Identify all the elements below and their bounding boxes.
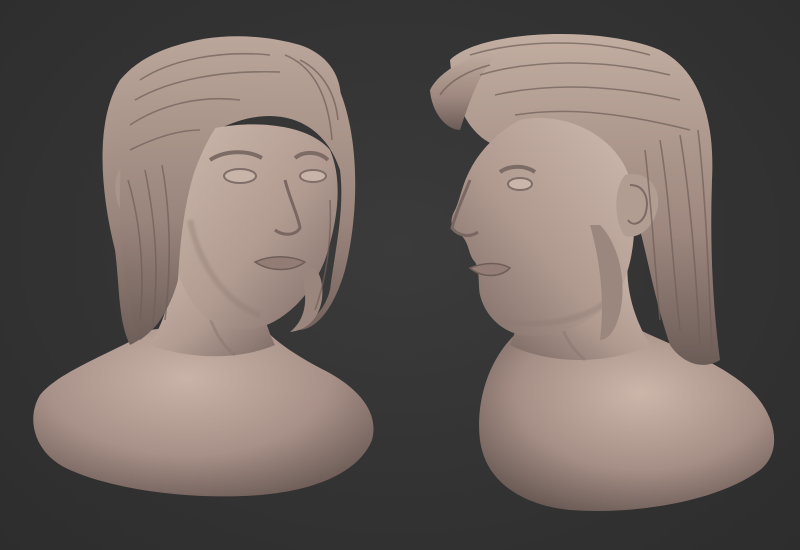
render-viewport <box>0 0 800 550</box>
bust-chest-right <box>479 330 775 511</box>
eye-left-2 <box>299 169 327 183</box>
bust-profile-left <box>430 33 775 511</box>
eye-left-1 <box>223 168 257 184</box>
bust-front-three-quarter <box>33 36 374 497</box>
eye-right <box>507 177 533 191</box>
sculpt-render <box>33 33 775 511</box>
